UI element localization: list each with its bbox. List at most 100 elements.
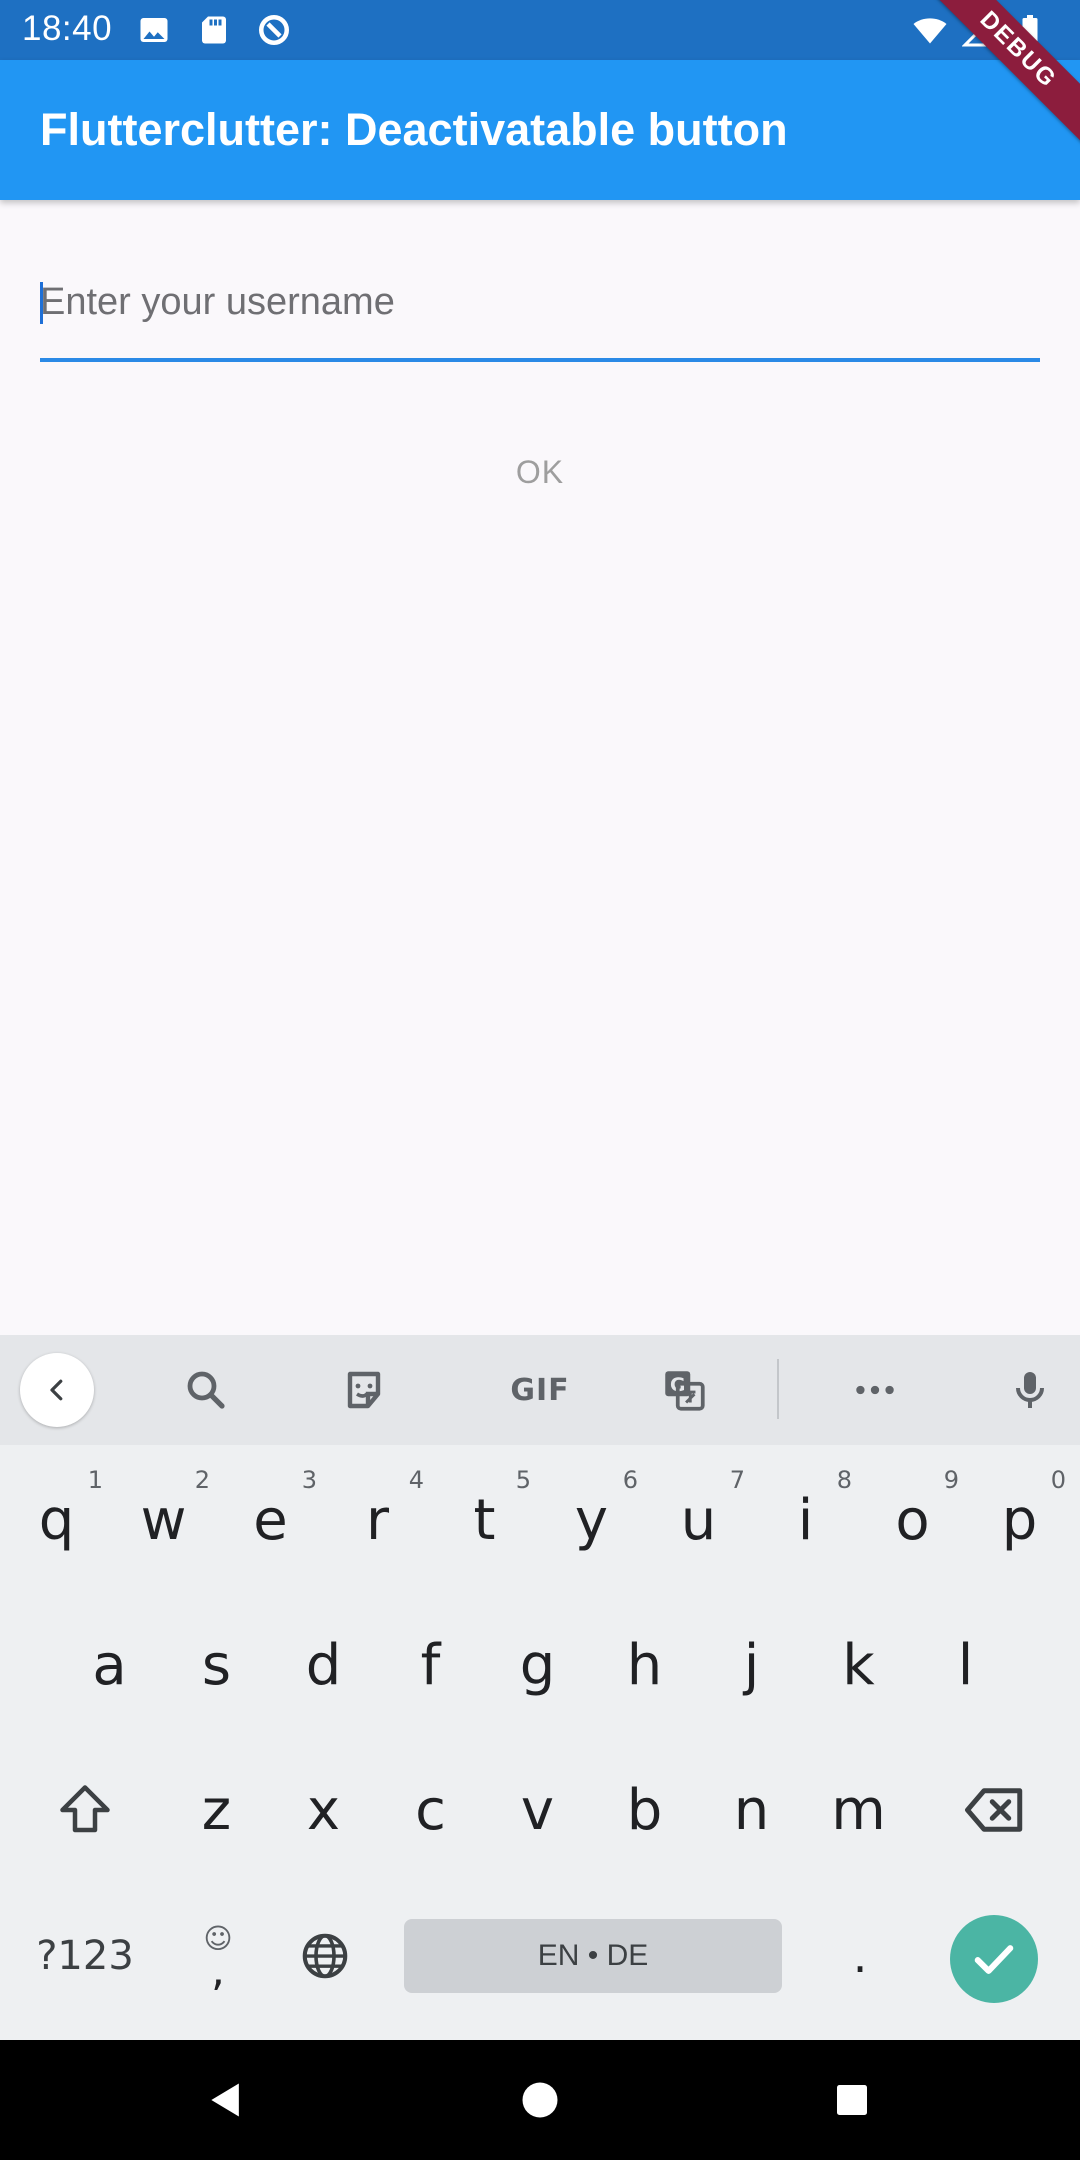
shift-icon[interactable] [20, 1750, 150, 1870]
image-icon [140, 18, 168, 42]
status-time: 18:40 [22, 9, 113, 48]
home-circle-icon[interactable] [510, 2070, 570, 2130]
battery-icon [1022, 15, 1038, 45]
key-r[interactable]: r4 [325, 1460, 430, 1580]
back-icon[interactable] [20, 1353, 94, 1427]
key-label: t [473, 1487, 496, 1553]
key-label: p [1001, 1487, 1038, 1553]
status-icons-right [912, 12, 1048, 48]
sd-card-icon [202, 16, 226, 44]
username-input[interactable] [40, 252, 1040, 352]
wifi-icon [913, 18, 947, 44]
key-c[interactable]: c [378, 1750, 483, 1870]
sync-icon [259, 15, 289, 45]
soft-keyboard: GIF G q1w2e3r4t5y6u7i8o9p0asdfghjklzxcvb… [0, 1335, 1080, 2040]
key-o[interactable]: o9 [860, 1460, 965, 1580]
key-a[interactable]: a [57, 1605, 162, 1725]
key-hint: 5 [515, 1466, 531, 1494]
back-triangle-icon[interactable] [196, 2070, 256, 2130]
more-icon[interactable] [840, 1355, 910, 1425]
key-m[interactable]: m [806, 1750, 911, 1870]
period-label: . [852, 1929, 868, 1983]
key-l[interactable]: l [913, 1605, 1018, 1725]
key-y[interactable]: y6 [539, 1460, 644, 1580]
key-e[interactable]: e3 [218, 1460, 323, 1580]
key-hint: 8 [836, 1466, 852, 1494]
cell-signal-icon [962, 12, 997, 47]
key-label: x [306, 1777, 341, 1843]
keyboard-toolbar: GIF G [0, 1335, 1080, 1445]
key-hint: 3 [301, 1466, 317, 1494]
key-hint: 9 [943, 1466, 959, 1494]
app-title: Flutterclutter: Deactivatable button [40, 104, 788, 155]
key-label: k [842, 1632, 875, 1698]
key-hint: 7 [729, 1466, 745, 1494]
ok-button[interactable]: OK [480, 436, 600, 508]
status-icons-left [136, 12, 292, 48]
key-label: q [38, 1487, 75, 1553]
system-nav-bar [0, 2040, 1080, 2160]
key-hint: 4 [408, 1466, 424, 1494]
username-field[interactable] [40, 252, 1040, 362]
key-label: v [520, 1777, 555, 1843]
enter-key[interactable] [950, 1915, 1038, 2003]
key-label: y [574, 1487, 609, 1553]
key-i[interactable]: i8 [753, 1460, 858, 1580]
key-w[interactable]: w2 [111, 1460, 216, 1580]
spacebar-key[interactable]: EN • DE [404, 1919, 782, 1993]
key-g[interactable]: g [485, 1605, 590, 1725]
key-hint: 6 [622, 1466, 638, 1494]
key-hint: 0 [1050, 1466, 1066, 1494]
key-d[interactable]: d [271, 1605, 376, 1725]
key-label: j [743, 1632, 760, 1698]
checkmark-icon [974, 1945, 1014, 1974]
key-k[interactable]: k [806, 1605, 911, 1725]
key-n[interactable]: n [699, 1750, 804, 1870]
key-b[interactable]: b [592, 1750, 697, 1870]
search-icon[interactable] [171, 1355, 241, 1425]
globe-icon[interactable] [290, 1910, 360, 2002]
gif-button[interactable]: GIF [485, 1355, 595, 1425]
key-f[interactable]: f [378, 1605, 483, 1725]
key-j[interactable]: j [699, 1605, 804, 1725]
key-t[interactable]: t5 [432, 1460, 537, 1580]
key-label: s [201, 1632, 232, 1698]
symbols-label: ?123 [36, 1933, 134, 1979]
key-label: w [140, 1487, 187, 1553]
status-bar: 18:40 [0, 0, 1080, 60]
key-label: a [92, 1632, 127, 1698]
period-key[interactable]: . [820, 1910, 900, 2002]
key-label: f [420, 1632, 441, 1698]
sticker-icon[interactable] [329, 1355, 399, 1425]
key-u[interactable]: u7 [646, 1460, 751, 1580]
key-label: e [253, 1487, 288, 1553]
recents-square-icon[interactable] [822, 2070, 882, 2130]
translate-icon[interactable]: G [649, 1355, 719, 1425]
key-label: u [680, 1487, 717, 1553]
key-hint: 1 [87, 1466, 103, 1494]
backspace-icon[interactable] [930, 1750, 1060, 1870]
key-p[interactable]: p0 [967, 1460, 1072, 1580]
key-q[interactable]: q1 [4, 1460, 109, 1580]
key-label: h [626, 1632, 663, 1698]
key-hint: 2 [194, 1466, 210, 1494]
toolbar-divider [777, 1359, 779, 1419]
key-h[interactable]: h [592, 1605, 697, 1725]
key-z[interactable]: z [164, 1750, 269, 1870]
key-label: b [626, 1777, 663, 1843]
mic-icon[interactable] [995, 1355, 1065, 1425]
username-underline [40, 358, 1040, 362]
key-label: l [957, 1632, 974, 1698]
main-content: OK [0, 200, 1080, 1335]
comma-label: , [211, 1945, 225, 1996]
app-bar: Flutterclutter: Deactivatable button [0, 60, 1080, 200]
key-s[interactable]: s [164, 1605, 269, 1725]
key-label: g [519, 1632, 556, 1698]
emoji-comma-key[interactable]: ☺ , [178, 1910, 258, 2002]
key-label: o [895, 1487, 930, 1553]
key-x[interactable]: x [271, 1750, 376, 1870]
text-caret [40, 282, 43, 324]
key-label: c [415, 1777, 446, 1843]
symbols-key[interactable]: ?123 [20, 1910, 150, 2002]
key-v[interactable]: v [485, 1750, 590, 1870]
